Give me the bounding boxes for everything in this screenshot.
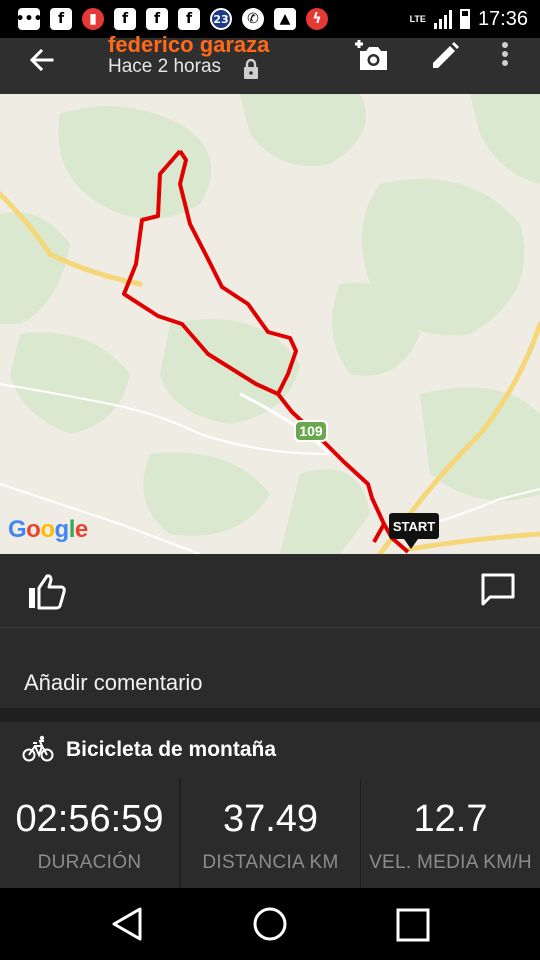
add-comment-placeholder: Añadir comentario <box>24 670 203 695</box>
network-type: LTE <box>409 13 426 24</box>
stats-panel: 02:56:59 DURACIÓN 37.49 DISTANCIA KM 12.… <box>0 778 540 888</box>
clock: 17:36 <box>477 7 528 30</box>
comment-icon[interactable] <box>480 572 516 608</box>
time-ago: Hace 2 horas <box>108 56 222 77</box>
facebook-icon: f <box>50 8 72 30</box>
chat-icon: ••• <box>16 8 42 30</box>
facebook-icon: f <box>178 8 200 30</box>
nav-back-icon[interactable] <box>110 906 144 942</box>
calendar-badge-icon: 23 <box>210 8 232 30</box>
back-arrow-icon[interactable] <box>24 42 60 78</box>
stat-duration: 02:56:59 DURACIÓN <box>0 778 179 888</box>
stat-label: DISTANCIA KM <box>202 852 339 873</box>
flash-app-icon: ϟ <box>306 8 328 30</box>
stat-value: 37.49 <box>222 798 319 840</box>
start-label: START <box>393 519 435 534</box>
user-name[interactable]: federico garaza <box>108 32 269 58</box>
nav-home-icon[interactable] <box>252 906 288 942</box>
road-badge-label: 109 <box>299 423 323 439</box>
stat-distance: 37.49 DISTANCIA KM <box>181 778 360 888</box>
stat-label: DURACIÓN <box>37 852 142 873</box>
action-bar <box>0 554 540 628</box>
whatsapp-icon: ✆ <box>242 8 264 30</box>
app-bar: federico garaza Hace 2 horas <box>0 32 540 94</box>
stat-avg-speed: 12.7 VEL. MEDIA KM/H <box>361 778 540 888</box>
road-badge: 109 <box>294 420 328 442</box>
status-bar: ••• f ▮ f f f 23 ✆ ▲ ϟ LTE 17:36 <box>0 0 540 38</box>
mountain-bike-icon <box>22 735 54 762</box>
activity-type-label: Bicicleta de montaña <box>66 738 277 761</box>
map-canvas: 109 START <box>0 94 540 554</box>
facebook-icon: f <box>146 8 168 30</box>
lock-icon <box>244 58 258 79</box>
thumbs-up-icon[interactable] <box>26 572 68 612</box>
stat-label: VEL. MEDIA KM/H <box>369 852 532 873</box>
google-logo: Google <box>8 516 88 543</box>
signal-icon <box>433 9 452 29</box>
nav-recents-icon[interactable] <box>396 908 430 942</box>
section-gap <box>0 708 540 722</box>
activity-type-row: Bicicleta de montaña <box>0 722 540 778</box>
stat-value: 12.7 <box>413 798 488 840</box>
app-icon: ▮ <box>82 8 104 30</box>
edit-icon[interactable] <box>428 38 462 72</box>
add-comment-field[interactable]: Añadir comentario <box>0 628 540 708</box>
more-options-icon[interactable] <box>498 40 512 70</box>
stat-value: 02:56:59 <box>15 798 164 840</box>
system-nav-bar <box>0 888 540 960</box>
battery-icon <box>459 9 470 29</box>
route-map[interactable]: 109 START Google <box>0 94 540 554</box>
facebook-icon: f <box>114 8 136 30</box>
notification-icons: ••• f ▮ f f f 23 ✆ ▲ ϟ <box>0 8 328 30</box>
gallery-icon: ▲ <box>274 8 296 30</box>
add-photo-icon[interactable] <box>352 38 392 74</box>
